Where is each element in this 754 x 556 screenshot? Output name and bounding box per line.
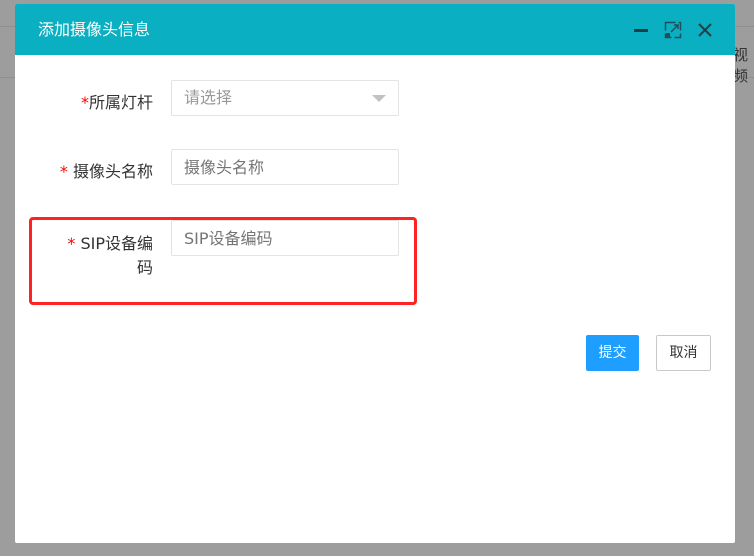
cancel-button[interactable]: 取消 bbox=[656, 335, 711, 371]
dropdown-arrow-icon bbox=[372, 95, 386, 102]
camera-name-input[interactable] bbox=[171, 149, 399, 185]
add-camera-dialog: 添加摄像头信息 *所属灯杆 请选择 * 摄像头名称 * SIP设备编码 提交 取… bbox=[15, 4, 735, 543]
close-icon[interactable] bbox=[695, 20, 715, 40]
highlight-box bbox=[29, 217, 417, 305]
dialog-header: 添加摄像头信息 bbox=[15, 4, 735, 55]
maximize-icon[interactable] bbox=[663, 20, 683, 40]
submit-button[interactable]: 提交 bbox=[586, 335, 639, 371]
background-partial-text: 视频 bbox=[733, 46, 749, 85]
dialog-title: 添加摄像头信息 bbox=[38, 20, 151, 39]
pole-select[interactable]: 请选择 bbox=[171, 80, 399, 116]
minimize-icon[interactable] bbox=[631, 20, 651, 40]
camera-name-label: * 摄像头名称 bbox=[59, 162, 153, 181]
pole-label: *所属灯杆 bbox=[80, 93, 153, 112]
